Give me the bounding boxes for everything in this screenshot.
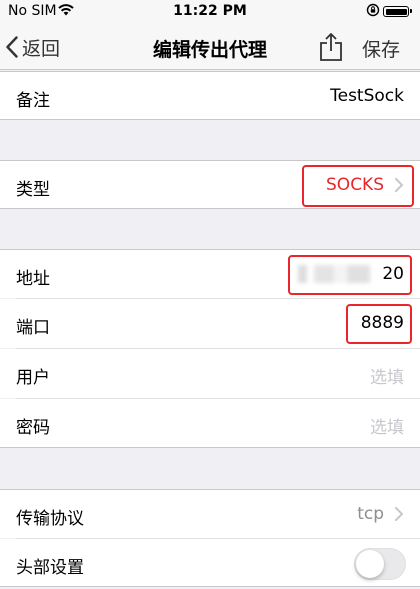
chevron-right-icon <box>395 507 403 521</box>
type-row[interactable]: 类型 SOCKS <box>0 160 420 209</box>
share-icon <box>320 33 342 61</box>
header-toggle[interactable] <box>354 548 406 580</box>
remark-value[interactable]: TestSock <box>330 86 404 106</box>
user-input[interactable]: 选填 <box>370 363 404 388</box>
password-row[interactable]: 密码 选填 <box>0 399 420 448</box>
port-label: 端口 <box>16 318 50 338</box>
save-button[interactable]: 保存 <box>362 35 400 62</box>
type-highlight-box <box>302 165 414 207</box>
password-label: 密码 <box>16 418 50 438</box>
status-time: 11:22 PM <box>173 3 247 19</box>
toggle-knob <box>356 550 384 578</box>
remark-label: 备注 <box>16 91 50 111</box>
status-bar: No SIM 11:22 PM <box>0 0 420 24</box>
port-row[interactable]: 端口 8889 <box>0 299 420 348</box>
page-title: 编辑传出代理 <box>152 39 267 61</box>
user-label: 用户 <box>16 368 50 388</box>
transport-row[interactable]: 传输协议 tcp <box>0 489 420 538</box>
share-button[interactable] <box>318 32 344 62</box>
port-highlight-box <box>346 304 412 344</box>
header-label: 头部设置 <box>16 558 84 578</box>
address-highlight-box <box>288 255 412 295</box>
navigation-bar: 返回 编辑传出代理 保存 <box>0 24 420 70</box>
address-row[interactable]: 地址 20 <box>0 249 420 298</box>
transport-label: 传输协议 <box>16 509 84 529</box>
address-label: 地址 <box>16 269 50 289</box>
password-input[interactable]: 选填 <box>370 413 404 438</box>
orientation-lock-icon <box>366 3 380 17</box>
transport-value: tcp <box>357 504 384 524</box>
user-row[interactable]: 用户 选填 <box>0 349 420 398</box>
remark-row[interactable]: 备注 TestSock <box>0 71 420 120</box>
battery-icon <box>383 6 412 17</box>
header-row: 头部设置 <box>0 539 420 587</box>
type-label: 类型 <box>16 180 50 200</box>
